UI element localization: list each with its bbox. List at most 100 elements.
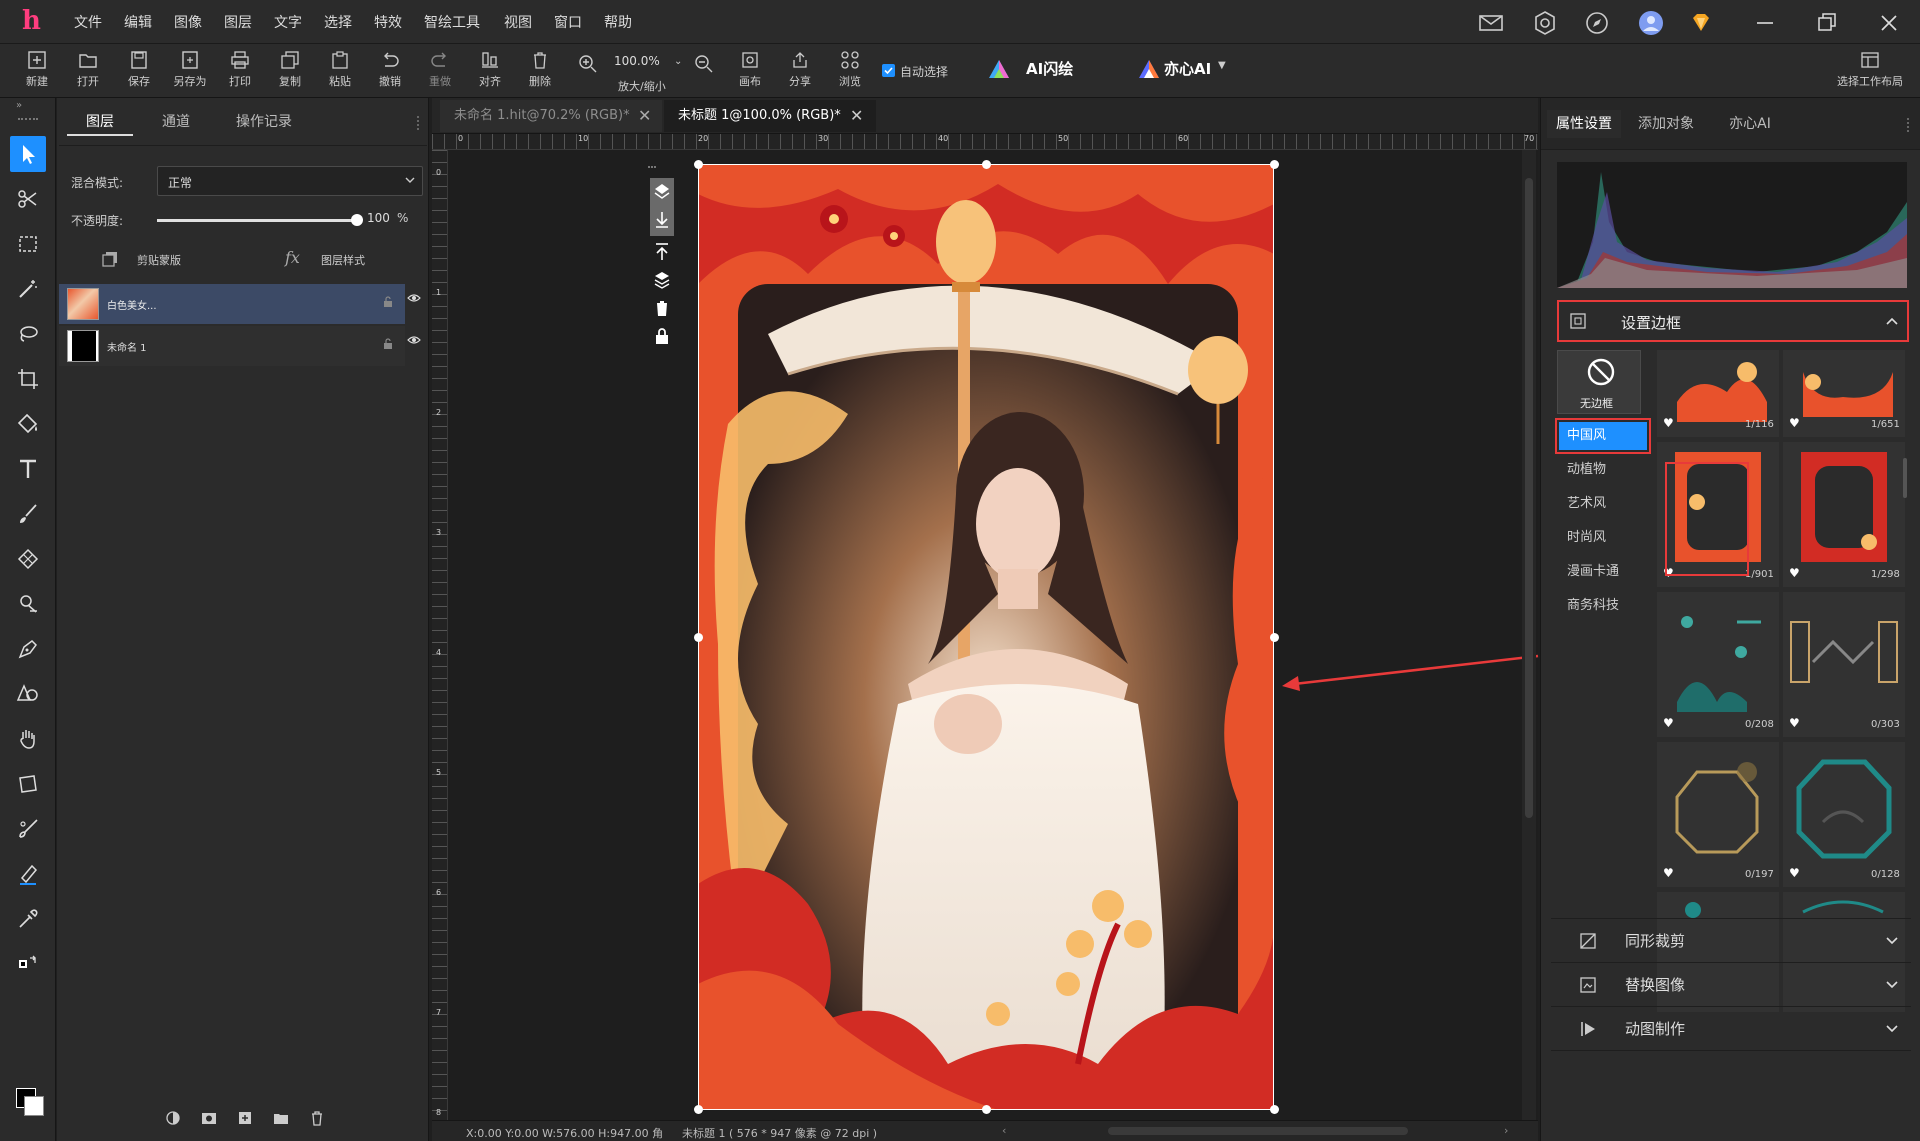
category-flora-fauna[interactable]: 动植物 xyxy=(1559,456,1647,484)
zoom-in-icon[interactable] xyxy=(578,54,598,74)
chevron-up-icon[interactable] xyxy=(1885,314,1899,328)
tab-layers[interactable]: 图层 xyxy=(67,108,133,136)
border-thumbnail[interactable]: ♥ 1/116 xyxy=(1657,350,1779,437)
favorite-heart-icon[interactable]: ♥ xyxy=(1663,716,1674,730)
clone-stamp-tool[interactable] xyxy=(10,586,46,622)
healing-brush-tool[interactable] xyxy=(10,811,46,847)
border-section-header[interactable]: 设置边框 xyxy=(1557,300,1909,342)
resize-handle[interactable] xyxy=(1270,160,1279,169)
hand-tool[interactable] xyxy=(10,721,46,757)
share-button[interactable]: 分享 xyxy=(775,50,825,96)
close-tab-icon[interactable]: ✕ xyxy=(850,100,863,132)
copy-button[interactable]: 复制 xyxy=(265,50,315,96)
save-as-button[interactable]: 另存为 xyxy=(165,50,215,96)
resize-handle[interactable] xyxy=(1270,633,1279,642)
favorite-heart-icon[interactable]: ♥ xyxy=(1789,866,1800,880)
menu-effects[interactable]: 特效 xyxy=(374,0,402,44)
tab-add-object[interactable]: 添加对象 xyxy=(1625,110,1707,138)
border-thumbnail[interactable]: ♥ 0/197 xyxy=(1657,742,1779,887)
ai-flash-button[interactable]: AI闪绘 xyxy=(1026,58,1073,79)
favorite-heart-icon[interactable]: ♥ xyxy=(1663,866,1674,880)
favorite-heart-icon[interactable]: ♥ xyxy=(1789,416,1800,430)
border-thumbnail[interactable]: ♥ 0/128 xyxy=(1783,742,1905,887)
minimize-icon[interactable] xyxy=(1752,10,1778,36)
mosaic-tool[interactable] xyxy=(10,541,46,577)
chevron-down-icon[interactable] xyxy=(1885,1022,1899,1036)
tab-yixin-ai[interactable]: 亦心AI xyxy=(1711,110,1789,138)
layer-name[interactable]: 白色美女... xyxy=(107,297,157,312)
brush-tool[interactable] xyxy=(10,496,46,532)
save-button[interactable]: 保存 xyxy=(114,50,164,96)
expand-panel-icon[interactable]: » xyxy=(16,100,22,111)
compass-icon[interactable] xyxy=(1584,10,1610,36)
folder-icon[interactable] xyxy=(273,1110,289,1126)
paste-button[interactable]: 粘贴 xyxy=(315,50,365,96)
no-border-button[interactable]: 无边框 xyxy=(1557,350,1641,414)
clip-mask-icon[interactable] xyxy=(101,250,119,268)
tab-channels[interactable]: 通道 xyxy=(143,108,209,136)
marquee-tool[interactable] xyxy=(10,226,46,262)
doc-tab-1[interactable]: 未命名 1.hit@70.2% (RGB)* ✕ xyxy=(440,100,662,132)
palette-grip[interactable] xyxy=(18,118,38,122)
menu-help[interactable]: 帮助 xyxy=(604,0,632,44)
eraser-tool[interactable] xyxy=(10,856,46,892)
border-thumbnail[interactable]: ♥ 1/651 xyxy=(1783,350,1905,437)
float-tools-grip[interactable] xyxy=(648,166,656,170)
print-button[interactable]: 打印 xyxy=(215,50,265,96)
menu-image[interactable]: 图像 xyxy=(174,0,202,44)
canvas-button[interactable]: 画布 xyxy=(725,50,775,96)
layer-row[interactable]: 白色美女... xyxy=(59,284,405,324)
scroll-right-icon[interactable]: › xyxy=(1504,1124,1508,1137)
resize-handle[interactable] xyxy=(694,160,703,169)
lock-icon[interactable] xyxy=(654,326,670,346)
open-button[interactable]: 打开 xyxy=(63,50,113,96)
category-chinese-style[interactable]: 中国风 xyxy=(1559,422,1647,450)
magic-wand-tool[interactable] xyxy=(10,271,46,307)
new-button[interactable]: 新建 xyxy=(12,50,62,96)
move-tool[interactable] xyxy=(10,136,46,172)
zoom-out-icon[interactable] xyxy=(694,54,714,74)
transform-tool[interactable] xyxy=(10,766,46,802)
trash-icon[interactable] xyxy=(309,1110,325,1126)
restore-icon[interactable] xyxy=(1814,10,1840,36)
category-fashion[interactable]: 时尚风 xyxy=(1559,524,1647,552)
swap-colors-icon[interactable] xyxy=(10,946,46,982)
fx-icon[interactable]: fx xyxy=(285,248,300,267)
layer-up-icon[interactable] xyxy=(654,182,670,202)
section-shape-crop[interactable]: 同形裁剪 xyxy=(1551,918,1911,962)
resize-handle[interactable] xyxy=(1270,1105,1279,1114)
border-thumbnail[interactable]: ♥ 0/303 xyxy=(1783,592,1905,737)
layer-down-icon[interactable] xyxy=(654,210,670,230)
menu-ai-tools[interactable]: 智绘工具 xyxy=(424,0,480,44)
close-tab-icon[interactable]: ✕ xyxy=(638,100,651,132)
zoom-dropdown-icon[interactable]: ⌄ xyxy=(674,56,682,67)
horizontal-scroll-thumb[interactable] xyxy=(1108,1127,1408,1135)
align-button[interactable]: 对齐 xyxy=(465,50,515,96)
visibility-eye-icon[interactable] xyxy=(407,334,421,346)
scroll-left-icon[interactable]: ‹ xyxy=(1002,1124,1006,1137)
category-business-tech[interactable]: 商务科技 xyxy=(1559,592,1647,620)
menu-edit[interactable]: 编辑 xyxy=(124,0,152,44)
layer-style-button[interactable]: 图层样式 xyxy=(321,252,365,268)
resize-handle[interactable] xyxy=(694,1105,703,1114)
lasso-tool[interactable] xyxy=(10,316,46,352)
border-thumbnail[interactable]: ♥ 0/208 xyxy=(1657,592,1779,737)
panel-grip[interactable] xyxy=(417,116,421,130)
border-thumbnail[interactable]: ♥ 1/298 xyxy=(1783,442,1905,587)
redo-button[interactable]: 重做 xyxy=(415,50,465,96)
opacity-slider-handle[interactable] xyxy=(351,214,363,226)
opacity-value[interactable]: 100 xyxy=(367,211,390,225)
chevron-down-icon[interactable] xyxy=(1885,978,1899,992)
fill-tool[interactable] xyxy=(10,406,46,442)
close-icon[interactable] xyxy=(1876,10,1902,36)
category-cartoon[interactable]: 漫画卡通 xyxy=(1559,558,1647,586)
menu-layer[interactable]: 图层 xyxy=(224,0,252,44)
tab-properties[interactable]: 属性设置 xyxy=(1547,110,1621,138)
vip-gem-icon[interactable] xyxy=(1688,10,1714,36)
cutout-tool[interactable] xyxy=(10,181,46,217)
resize-handle[interactable] xyxy=(982,160,991,169)
clip-mask-button[interactable]: 剪贴蒙版 xyxy=(137,252,181,268)
workspace-layout-button[interactable]: 选择工作布局 xyxy=(1834,50,1906,96)
menu-text[interactable]: 文字 xyxy=(274,0,302,44)
panel-grip[interactable] xyxy=(1907,118,1911,132)
